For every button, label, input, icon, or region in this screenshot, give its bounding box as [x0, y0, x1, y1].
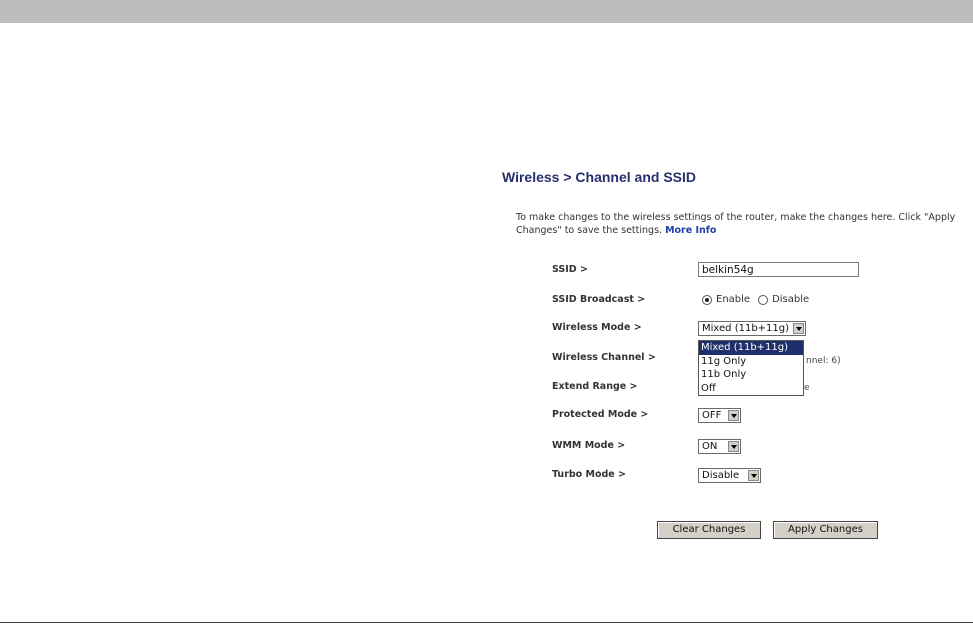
dropdown-arrow-icon[interactable]: [748, 470, 759, 481]
turbo-mode-clip: Turbo Mode > Disable: [540, 466, 780, 483]
ssid-label: SSID >: [552, 264, 588, 275]
ssid-input[interactable]: belkin54g: [698, 262, 859, 277]
ssid-broadcast-label: SSID Broadcast >: [552, 294, 646, 305]
wireless-mode-dropdown-list[interactable]: Mixed (11b+11g) 11g Only 11b Only Off: [698, 340, 804, 396]
wireless-mode-select[interactable]: Mixed (11b+11g): [698, 321, 806, 336]
wireless-mode-label: Wireless Mode >: [552, 322, 642, 333]
header-bar: [0, 0, 973, 23]
wmm-mode-select[interactable]: ON: [698, 439, 741, 454]
extend-range-label: Extend Range >: [552, 381, 638, 392]
dropdown-option[interactable]: Mixed (11b+11g): [699, 341, 803, 355]
wireless-channel-label: Wireless Channel >: [552, 352, 656, 363]
wmm-mode-label: WMM Mode >: [552, 440, 626, 451]
protected-mode-select[interactable]: OFF: [698, 408, 741, 423]
page-title: Wireless > Channel and SSID: [502, 169, 696, 185]
turbo-mode-select[interactable]: Disable: [698, 468, 761, 483]
protected-mode-value: OFF: [702, 410, 722, 421]
page-description: To make changes to the wireless settings…: [516, 211, 966, 237]
enable-label: Enable: [716, 294, 751, 305]
bottom-divider: [0, 622, 973, 623]
turbo-mode-label: Turbo Mode >: [552, 469, 627, 480]
ssid-broadcast-enable-radio[interactable]: [702, 294, 712, 305]
clear-changes-button[interactable]: Clear Changes: [657, 521, 761, 539]
wireless-mode-value: Mixed (11b+11g): [702, 323, 790, 334]
dropdown-arrow-icon[interactable]: [728, 441, 739, 452]
description-text: To make changes to the wireless settings…: [516, 212, 956, 236]
more-info-link[interactable]: More Info: [665, 225, 716, 236]
protected-mode-label: Protected Mode >: [552, 409, 649, 420]
extend-range-partial-text: e: [804, 383, 810, 393]
ssid-broadcast-disable-radio[interactable]: [758, 294, 769, 305]
wmm-mode-value: ON: [702, 441, 718, 452]
disable-label: Disable: [772, 294, 810, 305]
ssid-broadcast-options: Enable Disable: [702, 294, 809, 305]
turbo-mode-value: Disable: [702, 470, 740, 481]
dropdown-arrow-icon[interactable]: [728, 410, 739, 421]
dropdown-arrow-icon[interactable]: [793, 323, 804, 334]
apply-changes-button[interactable]: Apply Changes: [773, 521, 878, 539]
wireless-channel-partial-text: nnel: 6): [806, 356, 841, 366]
dropdown-option[interactable]: 11b Only: [699, 368, 803, 382]
dropdown-option[interactable]: 11g Only: [699, 355, 803, 369]
dropdown-option[interactable]: Off: [699, 382, 803, 396]
